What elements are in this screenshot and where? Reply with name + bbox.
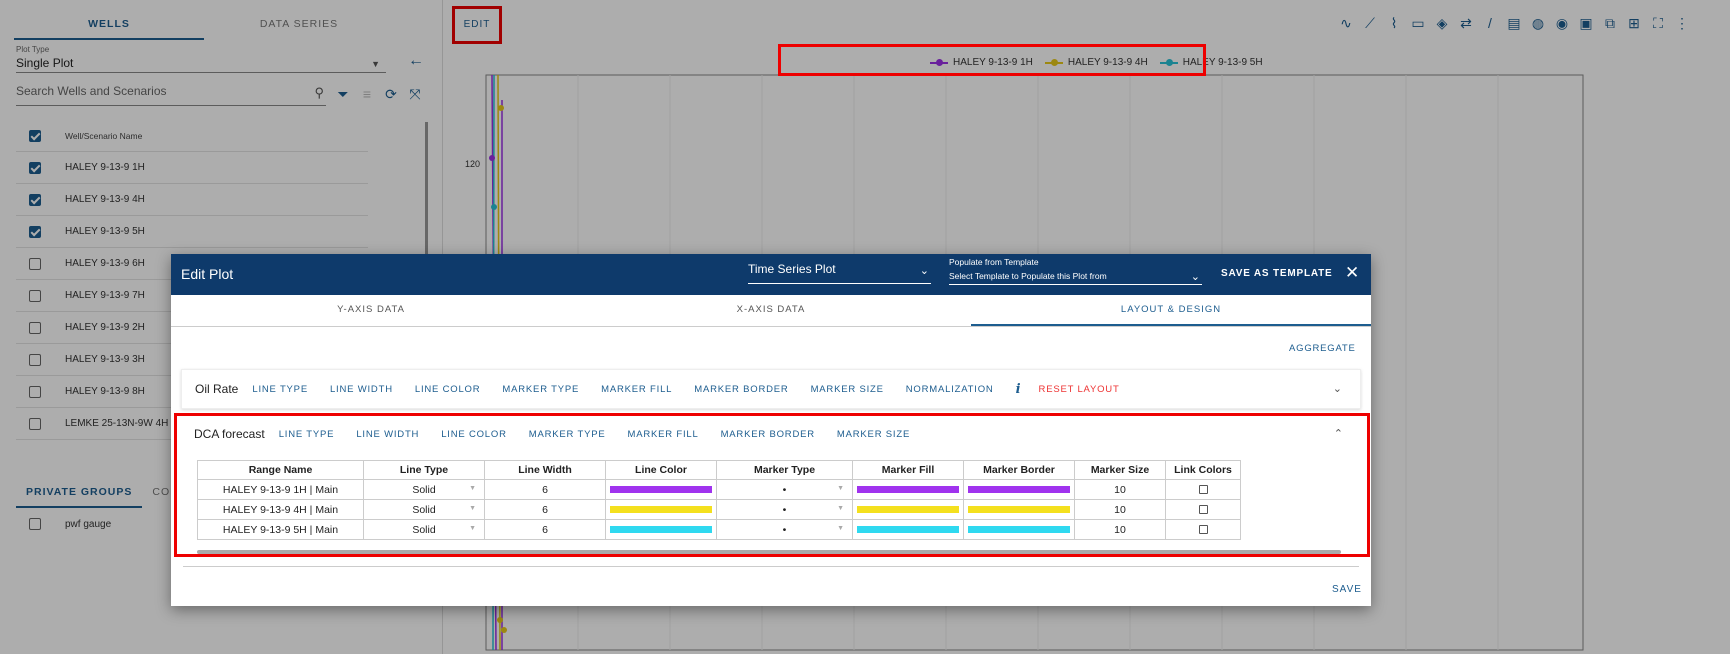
line-type-link[interactable]: LINE TYPE — [252, 384, 308, 395]
oil-rate-section[interactable]: Oil Rate LINE TYPE LINE WIDTH LINE COLOR MA… — [181, 369, 1361, 409]
save-as-template-button[interactable]: SAVE AS TEMPLATE — [1221, 268, 1333, 279]
chevron-down-icon: ⌄ — [1190, 271, 1200, 283]
marker-type-link[interactable]: MARKER TYPE — [502, 384, 579, 395]
template-placeholder: Select Template to Populate this Plot fr… — [949, 271, 1107, 281]
close-icon[interactable]: ✕ — [1345, 263, 1359, 283]
oil-rate-header: Oil Rate LINE TYPE LINE WIDTH LINE COLOR MA… — [182, 370, 1360, 408]
highlight-layout-tab — [778, 44, 1206, 76]
aggregate-button[interactable]: AGGREGATE — [1289, 343, 1356, 354]
normalization-link[interactable]: NORMALIZATION — [906, 384, 994, 395]
save-button[interactable]: SAVE — [1332, 584, 1362, 595]
highlight-dca-section — [174, 413, 1370, 557]
template-select[interactable]: Populate from Template Select Template t… — [949, 257, 1202, 285]
dialog-title: Edit Plot — [181, 266, 234, 282]
template-label: Populate from Template — [949, 257, 1039, 267]
chevron-down-icon: ⌄ — [919, 265, 929, 277]
divider — [183, 566, 1359, 567]
tab-y-axis-data[interactable]: Y-AXIS DATA — [171, 295, 571, 326]
line-color-link[interactable]: LINE COLOR — [415, 384, 481, 395]
dialog-header: Edit Plot Time Series Plot ⌄ Populate fr… — [171, 254, 1371, 295]
chevron-down-icon[interactable]: ⌄ — [1333, 382, 1342, 395]
marker-border-link[interactable]: MARKER BORDER — [694, 384, 788, 395]
plot-type-dropdown-value: Time Series Plot — [748, 262, 836, 276]
dialog-tabs: Y-AXIS DATA X-AXIS DATA LAYOUT & DESIGN — [171, 295, 1371, 327]
marker-size-link[interactable]: MARKER SIZE — [811, 384, 884, 395]
section-name: Oil Rate — [195, 382, 239, 396]
line-width-link[interactable]: LINE WIDTH — [330, 384, 393, 395]
tab-layout-design[interactable]: LAYOUT & DESIGN — [971, 295, 1371, 326]
plot-type-dropdown[interactable]: Time Series Plot ⌄ — [748, 262, 931, 284]
marker-fill-link[interactable]: MARKER FILL — [601, 384, 672, 395]
info-icon[interactable]: i — [1016, 382, 1021, 397]
tab-x-axis-data[interactable]: X-AXIS DATA — [571, 295, 971, 326]
reset-layout-button[interactable]: RESET LAYOUT — [1039, 384, 1120, 395]
